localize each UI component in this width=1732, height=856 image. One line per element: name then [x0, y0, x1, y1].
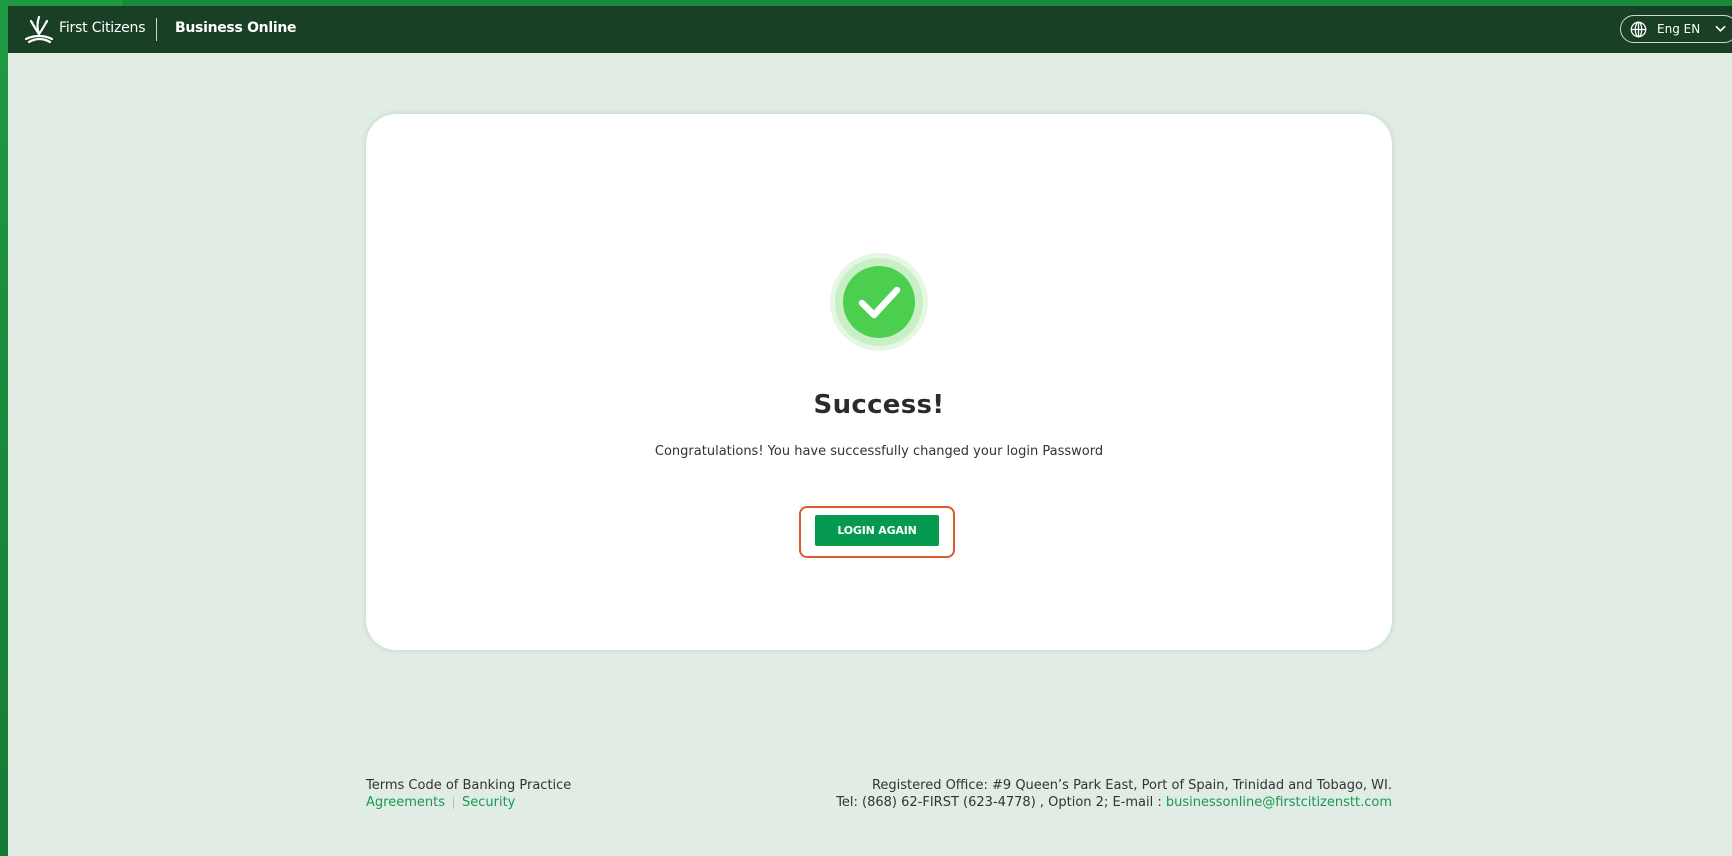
security-link[interactable]: Security [462, 795, 515, 810]
link-divider [452, 796, 454, 809]
contact-line: Tel: (868) 62-FIRST (623-4778) , Option … [836, 794, 1392, 811]
footer-left: Terms Code of Banking Practice Agreement… [366, 777, 571, 811]
login-again-button[interactable]: LOGIN AGAIN [815, 515, 939, 546]
check-circle-icon [830, 253, 928, 351]
terms-text: Terms Code of Banking Practice [366, 778, 572, 793]
language-selector[interactable]: Eng EN [1620, 15, 1732, 43]
globe-icon [1630, 21, 1647, 38]
chevron-down-icon [1715, 25, 1726, 32]
app-window: First Citizens Business Online Eng EN Su… [8, 6, 1732, 856]
contact-text: Tel: (868) 62-FIRST (623-4778) , Option … [836, 795, 1166, 810]
footer-right: Registered Office: #9 Queen’s Park East,… [836, 777, 1392, 811]
window-edge-strip [0, 0, 8, 856]
agreements-link[interactable]: Agreements [366, 795, 445, 810]
first-citizens-logo-icon [24, 15, 54, 44]
product-name: Business Online [175, 20, 297, 36]
brand-name: First Citizens [59, 20, 146, 36]
header-divider [156, 18, 157, 41]
top-navigation-bar: First Citizens Business Online Eng EN [8, 6, 1732, 53]
language-label: Eng EN [1657, 22, 1701, 36]
registered-office: Registered Office: #9 Queen’s Park East,… [871, 778, 1392, 793]
success-title: Success! [813, 390, 945, 420]
success-message: Congratulations! You have successfully c… [654, 444, 1104, 459]
email-link[interactable]: businessonline@firstcitizenstt.com [1166, 795, 1392, 810]
footer-links: Agreements Security [366, 794, 571, 811]
login-again-highlight: LOGIN AGAIN [799, 506, 955, 558]
success-card: Success! Congratulations! You have succe… [366, 114, 1392, 650]
